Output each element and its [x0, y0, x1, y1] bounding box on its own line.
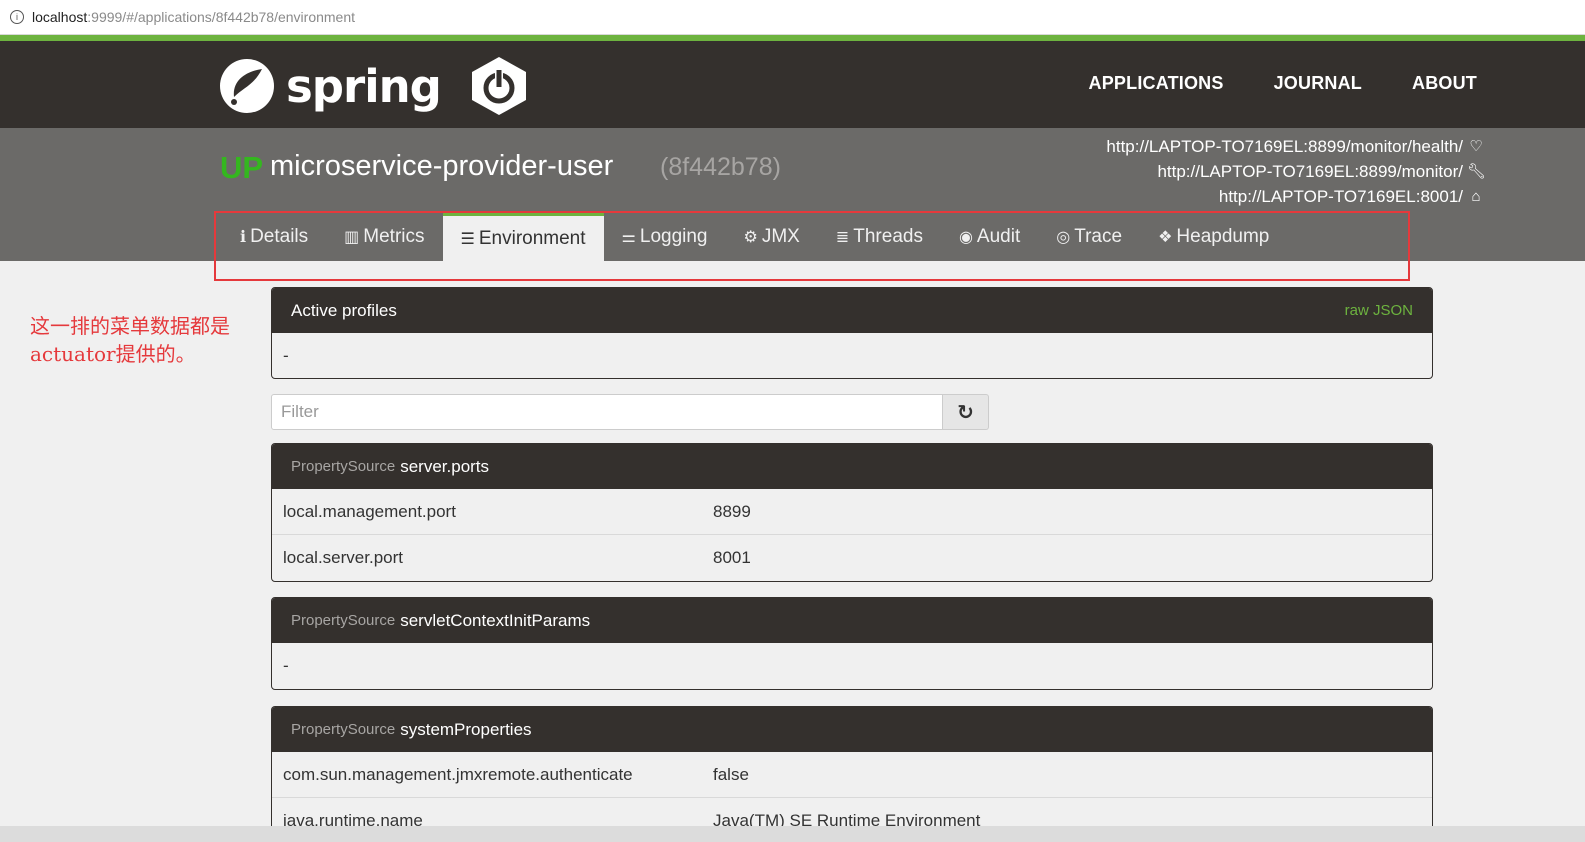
table-row: local.server.port 8001	[272, 535, 1432, 580]
spring-leaf-icon	[220, 59, 274, 113]
main-nav: APPLICATIONS JOURNAL ABOUT	[1039, 73, 1477, 94]
service-url[interactable]: http://LAPTOP-TO7169EL:8001/	[1219, 184, 1463, 209]
application-id: (8f442b78)	[660, 153, 781, 181]
panel-prefix: PropertySource	[291, 612, 396, 629]
spring-wordmark: spring	[286, 59, 442, 113]
profile-value: -	[283, 345, 289, 365]
panel-prefix: PropertySource	[291, 458, 396, 475]
panel-title: server.ports	[400, 456, 490, 476]
property-key: local.management.port	[283, 501, 456, 521]
annotation-note: 这一排的菜单数据都是 actuator提供的。	[30, 312, 230, 368]
home-icon: ⌂	[1471, 188, 1481, 205]
nav-journal[interactable]: JOURNAL	[1274, 73, 1362, 94]
property-key: local.server.port	[283, 547, 403, 567]
property-key: com.sun.management.jmxremote.authenticat…	[283, 764, 633, 784]
panel-title: servletContextInitParams	[400, 610, 591, 630]
info-icon[interactable]: i	[10, 10, 24, 24]
panel-title: Active profiles	[291, 300, 397, 320]
panel-title: systemProperties	[400, 719, 532, 739]
spring-logo[interactable]: spring	[218, 55, 529, 117]
panel-header: PropertySource systemProperties	[272, 707, 1432, 752]
filter-group: ↻	[271, 394, 989, 430]
annotation-highlight-box	[214, 211, 1410, 281]
spring-boot-power-icon	[471, 57, 526, 115]
panel-header: Active profiles raw JSON	[272, 288, 1432, 333]
status-badge: UP	[220, 150, 264, 185]
property-source-server-ports: PropertySource server.ports local.manage…	[271, 443, 1433, 582]
annotation-line: 这一排的菜单数据都是	[30, 314, 230, 338]
application-name: microservice-provider-user	[270, 150, 614, 182]
top-navbar: spring APPLICATIONS JOURNAL ABOUT	[0, 41, 1585, 128]
raw-json-link[interactable]: raw JSON	[1345, 302, 1413, 319]
panel-header: PropertySource servletContextInitParams	[272, 598, 1432, 643]
nav-applications[interactable]: APPLICATIONS	[1089, 73, 1224, 94]
url-path: :9999/#/applications/8f442b78/environmen…	[87, 9, 356, 25]
management-url[interactable]: http://LAPTOP-TO7169EL:8899/monitor/	[1157, 159, 1463, 184]
property-value: false	[713, 764, 749, 784]
property-value: 8899	[713, 501, 751, 521]
url-host: localhost	[32, 9, 88, 25]
table-row: com.sun.management.jmxremote.authenticat…	[272, 752, 1432, 798]
heartbeat-icon: ♡	[1469, 138, 1483, 155]
list-item: -	[272, 333, 1432, 378]
table-row: local.management.port 8899	[272, 489, 1432, 535]
property-source-servlet-context: PropertySource servletContextInitParams …	[271, 597, 1433, 690]
refresh-icon: ↻	[957, 401, 974, 424]
health-url[interactable]: http://LAPTOP-TO7169EL:8899/monitor/heal…	[1106, 134, 1463, 159]
service-url-row[interactable]: http://LAPTOP-TO7169EL:8001/ ⌂	[1106, 184, 1485, 209]
property-value: -	[283, 655, 289, 675]
panel-prefix: PropertySource	[291, 721, 396, 738]
management-url-row[interactable]: http://LAPTOP-TO7169EL:8899/monitor/🔧︎	[1106, 159, 1487, 184]
active-profiles-panel: Active profiles raw JSON -	[271, 287, 1433, 379]
annotation-line: actuator提供的。	[30, 342, 196, 366]
property-source-system-properties: PropertySource systemProperties com.sun.…	[271, 706, 1433, 842]
filter-input[interactable]	[271, 394, 943, 430]
application-urls: http://LAPTOP-TO7169EL:8899/monitor/heal…	[1106, 134, 1487, 209]
nav-about[interactable]: ABOUT	[1412, 73, 1477, 94]
wrench-icon: 🔧︎	[1467, 163, 1487, 180]
refresh-button[interactable]: ↻	[943, 394, 989, 430]
table-row: -	[272, 643, 1432, 688]
panel-header: PropertySource server.ports	[272, 444, 1432, 489]
health-url-row[interactable]: http://LAPTOP-TO7169EL:8899/monitor/heal…	[1106, 134, 1485, 159]
property-value: 8001	[713, 547, 751, 567]
horizontal-scrollbar[interactable]	[0, 826, 1585, 842]
address-bar[interactable]: i localhost:9999/#/applications/8f442b78…	[0, 0, 1585, 35]
